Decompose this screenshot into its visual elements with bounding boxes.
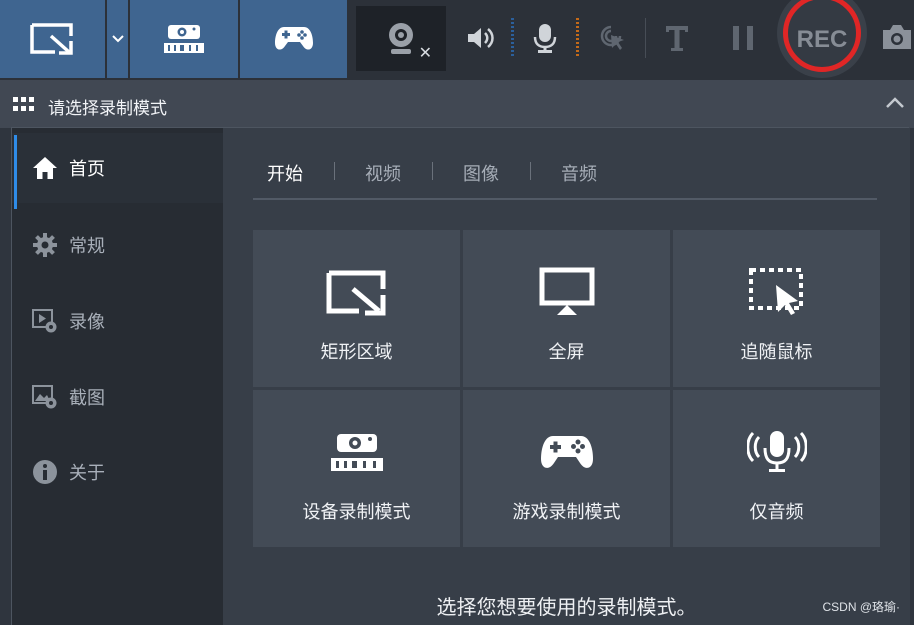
- toolbar-divider: [645, 18, 646, 58]
- microphone-button[interactable]: [525, 18, 565, 58]
- camera-icon[interactable]: [880, 22, 914, 52]
- sidebar-item-about[interactable]: 关于: [12, 437, 223, 507]
- record-label: REC: [796, 26, 848, 53]
- microphone-icon: [673, 428, 880, 478]
- sidebar: 首页 常规 录像 截图 关于: [12, 128, 223, 625]
- sidebar-item-video[interactable]: 录像: [12, 286, 223, 356]
- tile-rectangle-area[interactable]: 矩形区域: [253, 230, 460, 387]
- follow-cursor-icon: [673, 268, 880, 318]
- home-icon: [32, 155, 58, 181]
- tab-start[interactable]: 开始: [267, 160, 303, 186]
- microphone-icon: [533, 24, 557, 53]
- chevron-down-icon: [111, 35, 124, 43]
- tab-divider: [530, 162, 531, 180]
- instruction-text: 选择您想要使用的录制模式。: [436, 595, 697, 619]
- sidebar-item-label: 关于: [69, 463, 105, 484]
- sidebar-item-screenshot[interactable]: 截图: [12, 362, 223, 432]
- sidebar-item-label: 常规: [69, 236, 105, 257]
- text-icon: [666, 26, 688, 51]
- sidebar-item-label: 录像: [69, 312, 105, 333]
- gear-icon: [32, 232, 58, 258]
- top-toolbar: ✕ REC: [0, 0, 914, 80]
- info-icon: [32, 459, 58, 485]
- tile-game-recording[interactable]: 游戏录制模式: [463, 390, 670, 547]
- cursor-click-icon: [600, 25, 624, 50]
- tab-image[interactable]: 图像: [463, 160, 499, 186]
- tile-device-recording[interactable]: 设备录制模式: [253, 390, 460, 547]
- mode-dropdown-button[interactable]: [107, 0, 128, 78]
- tile-label: 游戏录制模式: [512, 502, 621, 523]
- sidebar-item-label: 截图: [69, 388, 105, 409]
- grid-icon: [13, 97, 34, 111]
- sidebar-item-general[interactable]: 常规: [12, 210, 223, 280]
- tab-bar: 开始 视频 图像 音频: [253, 148, 877, 200]
- hdmi-icon: [164, 25, 204, 53]
- pause-button[interactable]: [723, 18, 763, 58]
- tab-audio[interactable]: 音频: [561, 160, 597, 186]
- speaker-icon: [468, 28, 494, 48]
- tab-video[interactable]: 视频: [365, 160, 401, 186]
- rectangle-area-icon: [29, 23, 73, 55]
- gamepad-icon: [463, 428, 670, 478]
- tile-fullscreen[interactable]: 全屏: [463, 230, 670, 387]
- panel-title: 请选择录制模式: [48, 99, 167, 119]
- sidebar-item-home[interactable]: 首页: [12, 133, 223, 209]
- tile-label: 设备录制模式: [302, 502, 411, 523]
- monitor-icon: [463, 267, 670, 318]
- watermark: CSDN @珞瑜·: [822, 600, 900, 614]
- cursor-effect-button[interactable]: [593, 18, 633, 58]
- webcam-icon: [389, 22, 413, 54]
- image-settings-icon: [32, 384, 58, 410]
- record-button[interactable]: REC: [777, 0, 867, 78]
- microphone-level-meter: [576, 18, 579, 58]
- mode-panel-header: 请选择录制模式: [0, 80, 914, 128]
- chevron-up-icon[interactable]: [885, 95, 905, 109]
- rectangle-mode-button[interactable]: [0, 0, 105, 78]
- sidebar-item-label: 首页: [69, 159, 105, 180]
- tile-label: 追随鼠标: [740, 342, 813, 363]
- device-mode-button[interactable]: [130, 0, 238, 78]
- speaker-level-meter: [511, 18, 514, 58]
- pause-icon: [733, 26, 753, 50]
- tile-label: 仅音频: [749, 502, 804, 523]
- gamepad-icon: [274, 27, 313, 50]
- record-ring: REC: [783, 0, 861, 72]
- tab-divider: [432, 162, 433, 180]
- tab-divider: [334, 162, 335, 180]
- text-overlay-button[interactable]: [657, 18, 697, 58]
- game-mode-button[interactable]: [240, 0, 347, 78]
- disabled-x-icon: ✕: [418, 43, 432, 62]
- rectangle-area-icon: [253, 268, 460, 318]
- content-area: 开始 视频 图像 音频 矩形区域 全屏 追随鼠标 设备录制模式 游戏录制模式 仅…: [223, 128, 910, 625]
- hdmi-icon: [253, 428, 460, 478]
- webcam-toggle-button[interactable]: ✕: [356, 6, 446, 71]
- tile-follow-cursor[interactable]: 追随鼠标: [673, 230, 880, 387]
- main-panel: 首页 常规 录像 截图 关于 开始 视频 图像 音频 矩形区域 全屏 追随鼠标 …: [11, 127, 910, 625]
- video-settings-icon: [32, 308, 58, 334]
- speaker-button[interactable]: [461, 18, 501, 58]
- tile-audio-only[interactable]: 仅音频: [673, 390, 880, 547]
- tile-label: 矩形区域: [320, 342, 393, 363]
- tile-label: 全屏: [548, 342, 585, 363]
